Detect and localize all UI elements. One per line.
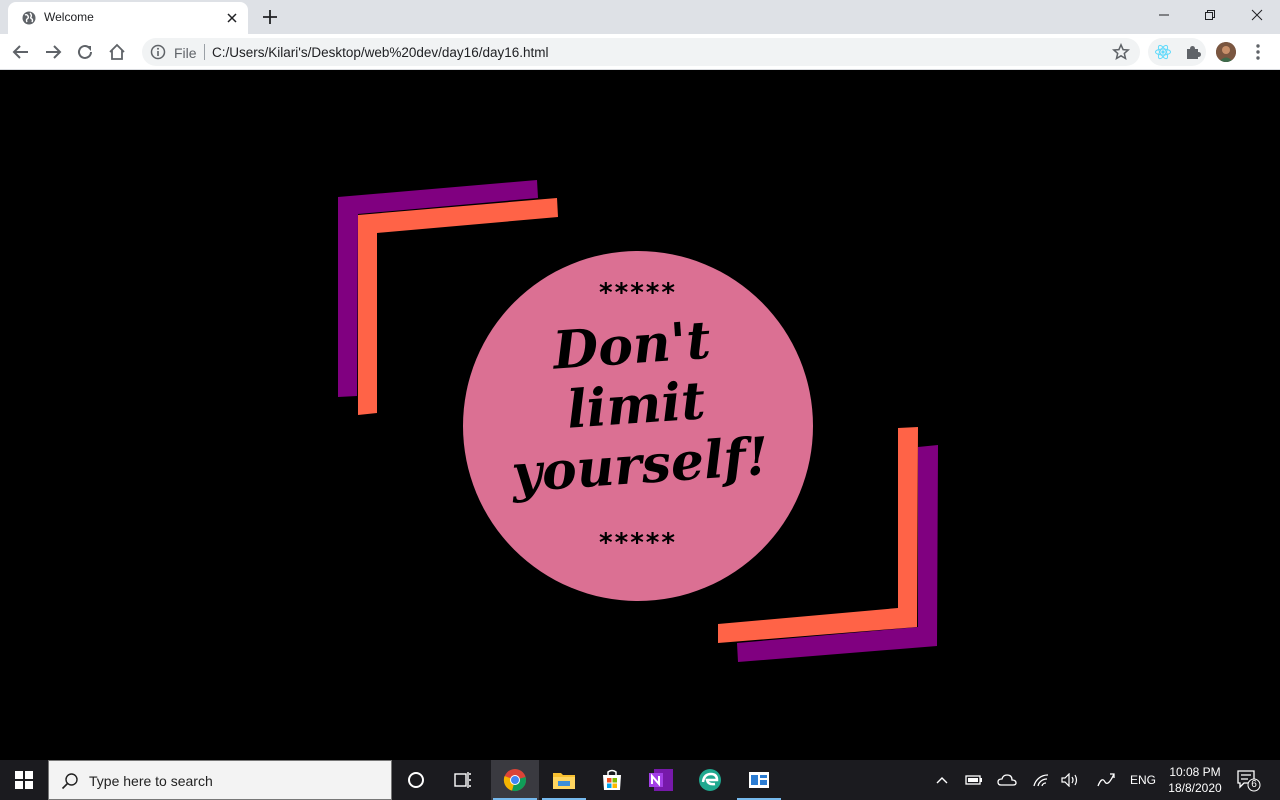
taskbar-store[interactable] bbox=[588, 760, 636, 800]
tab-welcome[interactable]: Welcome bbox=[8, 2, 248, 34]
battery-icon bbox=[965, 775, 982, 785]
windows-logo-icon bbox=[15, 771, 33, 789]
quote-text: Don't limit yourself! bbox=[470, 305, 802, 507]
pen-workspace-button[interactable] bbox=[1094, 760, 1118, 800]
tab-strip: Welcome bbox=[0, 0, 1280, 34]
volume-button[interactable] bbox=[1059, 760, 1083, 800]
info-icon[interactable] bbox=[150, 44, 166, 60]
minimize-button[interactable] bbox=[1141, 0, 1187, 30]
profile-avatar[interactable] bbox=[1216, 42, 1236, 62]
taskbar-search-box[interactable]: Type here to search bbox=[48, 760, 392, 800]
store-bag-icon bbox=[603, 769, 621, 790]
arrow-right-icon bbox=[46, 45, 62, 59]
edge-icon bbox=[699, 769, 721, 791]
taskbar-onenote[interactable] bbox=[637, 760, 685, 800]
notification-icon bbox=[1237, 770, 1261, 792]
chrome-icon bbox=[503, 769, 526, 791]
wifi-button[interactable] bbox=[1029, 760, 1053, 800]
search-icon bbox=[61, 773, 78, 790]
wifi-icon bbox=[1033, 774, 1049, 787]
minimize-icon bbox=[1159, 14, 1169, 16]
restore-button[interactable] bbox=[1187, 0, 1233, 30]
chevron-up-icon bbox=[936, 777, 948, 784]
taskbar-file-explorer[interactable] bbox=[540, 760, 588, 800]
extensions-area bbox=[1148, 38, 1206, 66]
clock-date: 18/8/2020 bbox=[1168, 781, 1222, 795]
pen-icon bbox=[1097, 773, 1115, 787]
address-bar[interactable]: File C:/Users/Kilari's/Desktop/web%20dev… bbox=[142, 38, 1140, 66]
react-devtools-icon[interactable] bbox=[1154, 43, 1172, 61]
address-divider bbox=[204, 44, 205, 60]
app-window-icon bbox=[749, 772, 769, 788]
clock-time: 10:08 PM bbox=[1169, 765, 1221, 779]
action-center-button[interactable]: 6 bbox=[1236, 768, 1262, 792]
clock[interactable]: 10:08 PM 18/8/2020 bbox=[1160, 764, 1230, 796]
home-icon bbox=[109, 43, 125, 60]
globe-icon bbox=[22, 11, 36, 25]
avatar-image bbox=[1216, 42, 1236, 62]
page-viewport: ***** Don't limit yourself! ***** bbox=[0, 71, 1280, 760]
taskbar: Type here to search ENG 10:08 PM 18/8/20… bbox=[0, 760, 1280, 800]
back-button[interactable] bbox=[10, 41, 32, 63]
task-view-button[interactable] bbox=[440, 760, 488, 800]
taskbar-chrome[interactable] bbox=[491, 760, 539, 800]
new-tab-icon[interactable] bbox=[260, 7, 280, 27]
reload-icon bbox=[78, 44, 92, 59]
cortana-button[interactable] bbox=[392, 760, 440, 800]
speaker-icon bbox=[1061, 773, 1078, 787]
forward-button[interactable] bbox=[42, 41, 64, 63]
search-placeholder: Type here to search bbox=[89, 773, 213, 789]
home-button[interactable] bbox=[106, 41, 128, 63]
onedrive-button[interactable] bbox=[995, 760, 1019, 800]
tab-title: Welcome bbox=[44, 10, 94, 24]
arrow-left-icon bbox=[12, 45, 28, 59]
stars-bottom: ***** bbox=[599, 528, 677, 558]
taskbar-app-window[interactable] bbox=[735, 760, 783, 800]
reload-button[interactable] bbox=[74, 41, 96, 63]
notification-count: 6 bbox=[1251, 779, 1257, 790]
url-text[interactable]: C:/Users/Kilari's/Desktop/web%20dev/day1… bbox=[212, 45, 549, 60]
bookmark-star-icon[interactable] bbox=[1112, 43, 1130, 61]
restore-icon bbox=[1205, 10, 1215, 20]
folder-icon bbox=[553, 773, 575, 789]
browser-toolbar: File C:/Users/Kilari's/Desktop/web%20dev… bbox=[0, 34, 1280, 70]
onenote-icon bbox=[649, 769, 673, 791]
close-window-button[interactable] bbox=[1234, 0, 1280, 30]
cloud-icon bbox=[997, 774, 1017, 786]
close-icon bbox=[1251, 9, 1263, 21]
start-button[interactable] bbox=[0, 760, 48, 800]
menu-dots-icon[interactable] bbox=[1250, 42, 1266, 62]
stars-top: ***** bbox=[599, 278, 677, 308]
task-view-icon bbox=[454, 772, 471, 788]
show-hidden-icons-button[interactable] bbox=[932, 760, 952, 800]
file-scheme-label: File bbox=[174, 45, 197, 61]
puzzle-icon[interactable] bbox=[1184, 43, 1202, 61]
close-tab-icon[interactable] bbox=[224, 10, 240, 26]
cortana-icon bbox=[408, 772, 424, 788]
battery-button[interactable] bbox=[962, 760, 986, 800]
taskbar-edge[interactable] bbox=[686, 760, 734, 800]
language-indicator[interactable]: ENG bbox=[1130, 773, 1156, 787]
